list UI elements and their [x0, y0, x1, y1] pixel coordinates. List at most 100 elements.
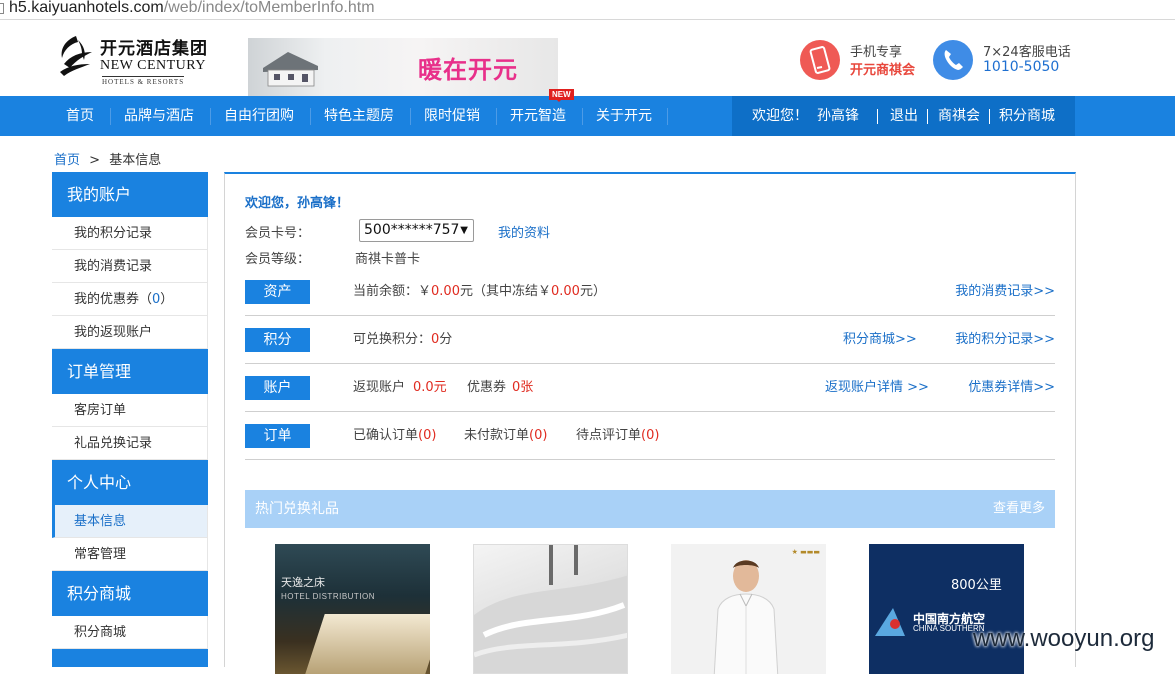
assets-tag: 资产: [245, 280, 310, 304]
coupon-detail-link[interactable]: 优惠券详情>>: [968, 364, 1055, 412]
nav-item-theme-rooms[interactable]: 特色主题房: [324, 96, 394, 136]
sidebar-item-gift-redemptions[interactable]: 礼品兑换记录: [52, 427, 208, 460]
service-hotline-title: 7×24客服电话: [983, 45, 1071, 60]
hot-gifts-title: 热门兑换礼品: [255, 501, 339, 517]
member-level-value: 商祺卡普卡: [355, 252, 421, 267]
user-nav: 欢迎您！ 孙高锋 退出 商祺会 积分商城: [732, 96, 1075, 136]
url-host: h5.kaiyuanhotels.com: [9, 0, 164, 16]
mobile-phone-icon: [800, 40, 840, 80]
points-label: 可兑换积分：: [353, 332, 432, 347]
logo-english-name: NEW CENTURY: [100, 58, 206, 73]
mobile-promo-name: 开元商祺会: [850, 63, 916, 78]
nav-item-group-travel[interactable]: 自由行团购: [224, 96, 294, 136]
hot-gifts-header: 热门兑换礼品 查看更多: [245, 490, 1055, 528]
cashback-detail-link[interactable]: 返现账户详情 >>: [825, 364, 929, 412]
club-link[interactable]: 商祺会: [938, 96, 980, 136]
bed-image: [305, 614, 430, 674]
user-nav-separator: [989, 109, 990, 124]
cashback-value: 0.0元: [413, 380, 447, 395]
logo-english-subtitle: HOTELS & RESORTS: [102, 76, 185, 86]
brand-logo[interactable]: 开元酒店集团 NEW CENTURY HOTELS & RESORTS: [56, 32, 216, 88]
points-tag: 积分: [245, 328, 310, 352]
unpaid-orders-label: 未付款订单: [464, 428, 530, 443]
nav-item-about[interactable]: 关于开元: [596, 96, 652, 136]
coupon-label: 优惠券: [467, 380, 507, 395]
sidebar-item-points-record[interactable]: 我的积分记录: [52, 217, 208, 250]
balance-text: 当前余额：￥0.00元（其中冻结￥0.00元）: [353, 268, 606, 316]
logout-link[interactable]: 退出: [890, 96, 918, 136]
site-header: 开元酒店集团 NEW CENTURY HOTELS & RESORTS 暖在开元…: [0, 20, 1175, 96]
pending-review-count: (0): [641, 428, 660, 443]
points-unit: 分: [439, 332, 453, 347]
nav-item-flash-sale[interactable]: 限时促销: [424, 96, 480, 136]
orders-tag: 订单: [245, 424, 310, 448]
member-info-panel: 欢迎您，孙高锋！ 会员卡号： 500******757 ▼ 我的资料 会员等级：…: [224, 172, 1076, 674]
account-row: 账户 返现账户 0.0元 优惠券 0张 返现账户详情 >> 优惠券详情>>: [245, 364, 1055, 412]
breadcrumb-current: 基本信息: [109, 153, 162, 168]
nav-separator: [496, 108, 497, 125]
cashback-label: 返现账户: [353, 380, 406, 395]
nav-separator: [110, 108, 111, 125]
address-bar[interactable]: h5.kaiyuanhotels.com/web/index/toMemberI…: [0, 0, 1175, 20]
service-hotline-number: 1010-5050: [983, 59, 1060, 75]
main-nav: 首页 品牌与酒店 自由行团购 特色主题房 限时促销 开元智造 NEW 关于开元 …: [0, 89, 1175, 136]
balance-label: 当前余额：￥: [353, 284, 432, 299]
header-banner[interactable]: 暖在开元: [248, 38, 558, 96]
url-text[interactable]: h5.kaiyuanhotels.com/web/index/toMemberI…: [9, 0, 375, 18]
logo-chinese-name: 开元酒店集团: [100, 39, 208, 59]
url-path: /web/index/toMemberInfo.htm: [163, 0, 375, 16]
frozen-value: 0.00: [550, 284, 580, 299]
gift-item-bedding[interactable]: [473, 544, 628, 674]
sidebar-item-frequent-guests[interactable]: 常客管理: [52, 538, 208, 571]
pending-review-orders[interactable]: 待点评订单(0): [576, 412, 659, 460]
nav-separator: [310, 108, 311, 125]
banner-slogan: 暖在开元: [418, 56, 518, 84]
gift-bed-caption: 天逸之床: [281, 576, 325, 589]
confirmed-orders[interactable]: 已确认订单(0): [353, 412, 436, 460]
snow-house-icon: [263, 52, 318, 87]
nav-username[interactable]: 孙高锋: [817, 96, 859, 136]
sidebar-item-cashback-account[interactable]: 我的返现账户: [52, 316, 208, 349]
points-mall-row-link[interactable]: 积分商城>>: [843, 316, 917, 364]
breadcrumb-home[interactable]: 首页: [54, 153, 80, 168]
view-more-gifts-link[interactable]: 查看更多: [993, 490, 1045, 528]
coupon-count-close: ）: [160, 292, 174, 307]
sidebar-item-room-orders[interactable]: 客房订单: [52, 394, 208, 427]
sidebar-item-basic-info[interactable]: 基本信息: [52, 505, 208, 538]
consumption-record-link[interactable]: 我的消费记录>>: [955, 268, 1055, 316]
gift-miles-distance: 800公里: [951, 578, 1002, 593]
my-profile-link[interactable]: 我的资料: [498, 222, 550, 241]
sidebar-item-points-mall[interactable]: 积分商城: [52, 616, 208, 649]
points-record-link[interactable]: 我的积分记录>>: [955, 316, 1055, 364]
nav-item-home[interactable]: 首页: [66, 96, 94, 136]
brand-seal-icon: ★ ▬▬▬: [791, 548, 820, 556]
gift-item-airline-miles[interactable]: 800公里 中国南方航空 CHINA SOUTHERN: [869, 544, 1024, 674]
nav-separator: [410, 108, 411, 125]
mobile-app-promo[interactable]: 手机专享 开元商祺会: [800, 38, 930, 82]
unpaid-orders[interactable]: 未付款订单(0): [464, 412, 547, 460]
sidebar-item-coupons-label: 我的优惠券（: [74, 292, 153, 307]
service-hotline: 7×24客服电话 1010-5050: [933, 38, 1093, 82]
gift-item-shirt[interactable]: ★ ▬▬▬: [671, 544, 826, 674]
gift-item-bed[interactable]: 天逸之床 HOTEL DISTRIBUTION: [275, 544, 430, 674]
sidebar-group-my-account: 我的账户: [52, 172, 208, 217]
points-mall-link[interactable]: 积分商城: [999, 96, 1055, 136]
nav-separator: [210, 108, 211, 125]
breadcrumb-separator: >: [89, 153, 101, 168]
sidebar-group-next: [52, 649, 208, 667]
points-row: 积分 可兑换积分：0分 积分商城>> 我的积分记录>>: [245, 316, 1055, 364]
member-level-label: 会员等级：: [245, 252, 311, 267]
pending-review-label: 待点评订单: [576, 428, 642, 443]
bedding-image: [474, 545, 627, 673]
nav-item-brands-hotels[interactable]: 品牌与酒店: [124, 96, 194, 136]
logo-emblem-icon: [60, 36, 92, 76]
card-number-value: 500******757: [364, 222, 460, 238]
nav-welcome-text: 欢迎您！: [752, 108, 808, 124]
man-in-shirt-image: [713, 560, 779, 674]
page-icon: [0, 3, 4, 14]
balance-value: 0.00: [431, 284, 460, 299]
orders-row: 订单 已确认订单(0) 未付款订单(0) 待点评订单(0): [245, 412, 1055, 460]
sidebar-item-coupons[interactable]: 我的优惠券（0）: [52, 283, 208, 316]
sidebar-item-consumption-record[interactable]: 我的消费记录: [52, 250, 208, 283]
card-number-select[interactable]: 500******757 ▼: [359, 219, 474, 242]
